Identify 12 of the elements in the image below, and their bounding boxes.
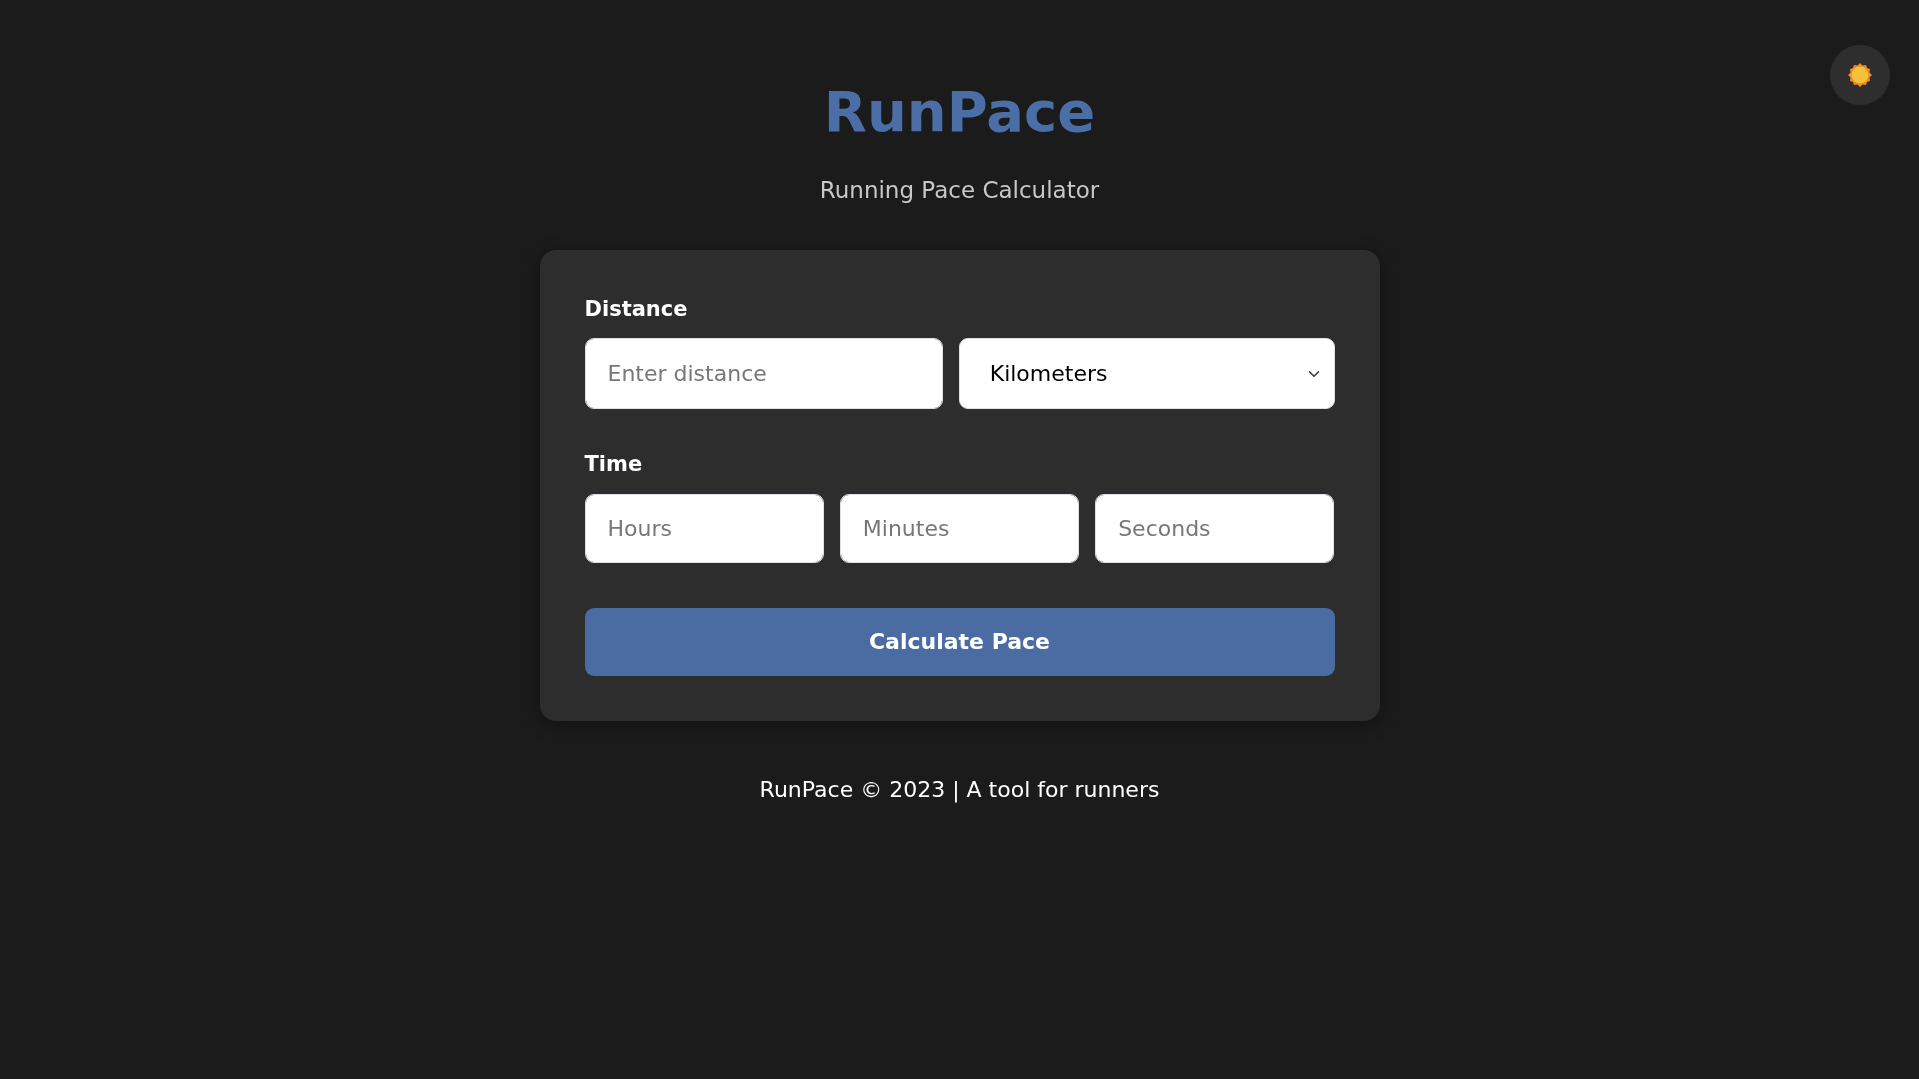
distance-input[interactable]: Enter distance — [584, 338, 943, 410]
time-input[interactable]: Minutes — [839, 493, 1080, 563]
time-input[interactable]: Seconds — [1095, 493, 1335, 563]
footer-text: RunPace © 2023 | A tool for runners — [759, 776, 1160, 802]
field-label: Distance — [584, 296, 688, 321]
time-input[interactable]: Hours — [584, 493, 824, 563]
field-label: Time — [584, 452, 643, 477]
calculate-button[interactable]: Calculate Pace — [584, 607, 1335, 676]
sun-icon — [1847, 62, 1873, 88]
app-title: RunPace — [822, 78, 1097, 146]
app-subtitle: Running Pace Calculator — [819, 177, 1100, 204]
unit-select[interactable]: Kilometers — [958, 338, 1335, 410]
